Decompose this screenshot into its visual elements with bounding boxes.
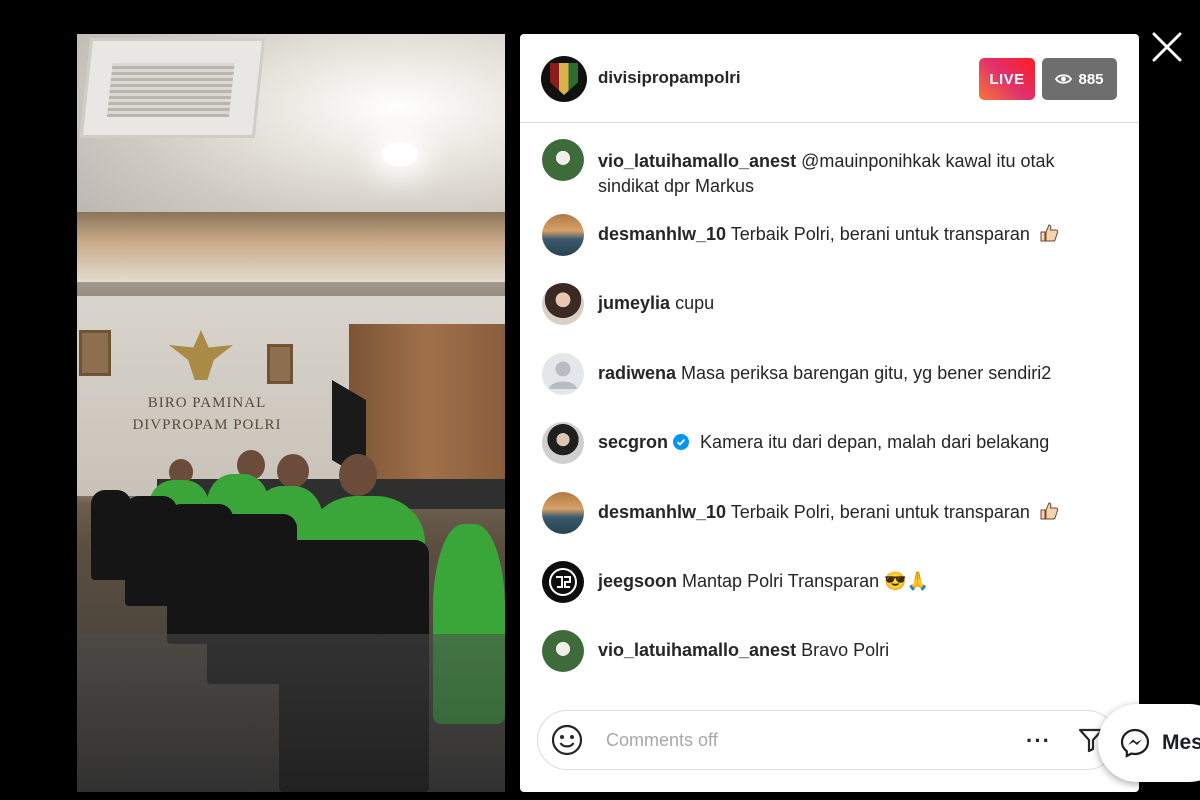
comment-placeholder: Comments off <box>606 730 718 750</box>
jumeylia-avatar[interactable] <box>542 283 584 325</box>
video-portrait-frame <box>267 344 293 384</box>
video-sign-line2: DIVPROPAM POLRI <box>132 417 282 433</box>
video-portrait-frame <box>79 330 111 376</box>
comment-text-block: jeegsoon Mantap Polri Transparan 😎🙏 <box>598 569 1098 594</box>
video-lamp <box>382 142 418 166</box>
video-wall-sign: BIRO PAMINAL DIVPROPAM POLRI <box>107 392 307 436</box>
comment-username[interactable]: secgron <box>598 432 668 452</box>
video-floor <box>77 634 505 792</box>
propam-logo-icon <box>550 63 578 95</box>
messenger-button[interactable]: Mes <box>1098 704 1200 782</box>
comment-text-block: desmanhlw_10 Terbaik Polri, berani untuk… <box>598 500 1098 525</box>
live-video[interactable]: BIRO PAMINAL DIVPROPAM POLRI <box>77 34 505 792</box>
default-avatar[interactable] <box>542 353 584 395</box>
comment-text-block: desmanhlw_10 Terbaik Polri, berani untuk… <box>598 222 1098 247</box>
emoji-smile-icon[interactable] <box>551 724 583 756</box>
video-wood-beam <box>77 212 505 282</box>
comment-username[interactable]: jumeylia <box>598 293 670 313</box>
comment-username[interactable]: jeegsoon <box>598 571 677 591</box>
eye-icon <box>1055 73 1073 85</box>
comment-username[interactable]: radiwena <box>598 363 676 383</box>
comment-message: cupu <box>675 293 715 313</box>
jeegsoon-logo-icon <box>549 568 577 596</box>
comment-message: Terbaik Polri, berani untuk transparan <box>730 502 1030 522</box>
comment-message: Mantap Polri Transparan 😎🙏 <box>682 571 929 591</box>
video-person-head <box>277 454 309 488</box>
comment-message: Bravo Polri <box>801 640 890 660</box>
live-header: divisipropampolri LIVE 885 <box>520 34 1139 123</box>
live-side-panel: divisipropampolri LIVE 885 vio_latuihama… <box>520 34 1139 792</box>
vio-avatar[interactable] <box>542 139 584 181</box>
thumbs-up-icon <box>1039 501 1059 521</box>
comment-username[interactable]: vio_latuihamallo_anest <box>598 640 796 660</box>
vio-avatar[interactable] <box>542 630 584 672</box>
comment-username[interactable]: desmanhlw_10 <box>598 224 726 244</box>
live-badge: LIVE <box>979 58 1035 100</box>
video-person-head <box>339 454 377 496</box>
viewer-count-badge: 885 <box>1042 58 1117 100</box>
comment-text-block: vio_latuihamallo_anest @mauinponihkak ka… <box>598 149 1098 199</box>
comment-text-block: radiwena Masa periksa barengan gitu, yg … <box>598 361 1098 386</box>
comment-text-block: vio_latuihamallo_anest Bravo Polri <box>598 638 1098 663</box>
video-air-conditioner <box>79 38 266 138</box>
jeegsoon-avatar[interactable] <box>542 561 584 603</box>
comment-text-block: jumeylia cupu <box>598 291 1098 316</box>
more-options-icon[interactable]: ··· <box>1026 728 1054 753</box>
desman-avatar[interactable] <box>542 214 584 256</box>
thumbs-up-icon <box>1039 223 1059 243</box>
host-username[interactable]: divisipropampolri <box>598 68 741 88</box>
comment-message: Terbaik Polri, berani untuk transparan <box>730 224 1030 244</box>
default-user-icon <box>549 361 577 389</box>
comment-username[interactable]: desmanhlw_10 <box>598 502 726 522</box>
video-sign-line1: BIRO PAMINAL <box>147 395 267 411</box>
messenger-icon <box>1120 728 1150 758</box>
comment-text-block: secgron Kamera itu dari depan, malah dar… <box>598 430 1098 455</box>
live-viewer: BIRO PAMINAL DIVPROPAM POLRI divisipropa… <box>0 0 1200 800</box>
host-avatar[interactable] <box>541 56 587 102</box>
verified-badge-icon <box>673 432 690 450</box>
comment-message: Masa periksa barengan gitu, yg bener sen… <box>681 363 1052 383</box>
secgron-avatar[interactable] <box>542 422 584 464</box>
viewer-count: 885 <box>1078 70 1104 88</box>
comment-input[interactable]: Comments off ··· <box>537 710 1117 770</box>
messenger-label: Mes <box>1162 731 1200 754</box>
comment-message: Kamera itu dari depan, malah dari belaka… <box>700 432 1050 452</box>
desman-avatar[interactable] <box>542 492 584 534</box>
comment-footer: Comments off ··· <box>520 704 1139 792</box>
close-icon[interactable] <box>1150 30 1184 64</box>
comment-username[interactable]: vio_latuihamallo_anest <box>598 151 796 171</box>
comment-list: vio_latuihamallo_anest @mauinponihkak ka… <box>520 124 1139 704</box>
